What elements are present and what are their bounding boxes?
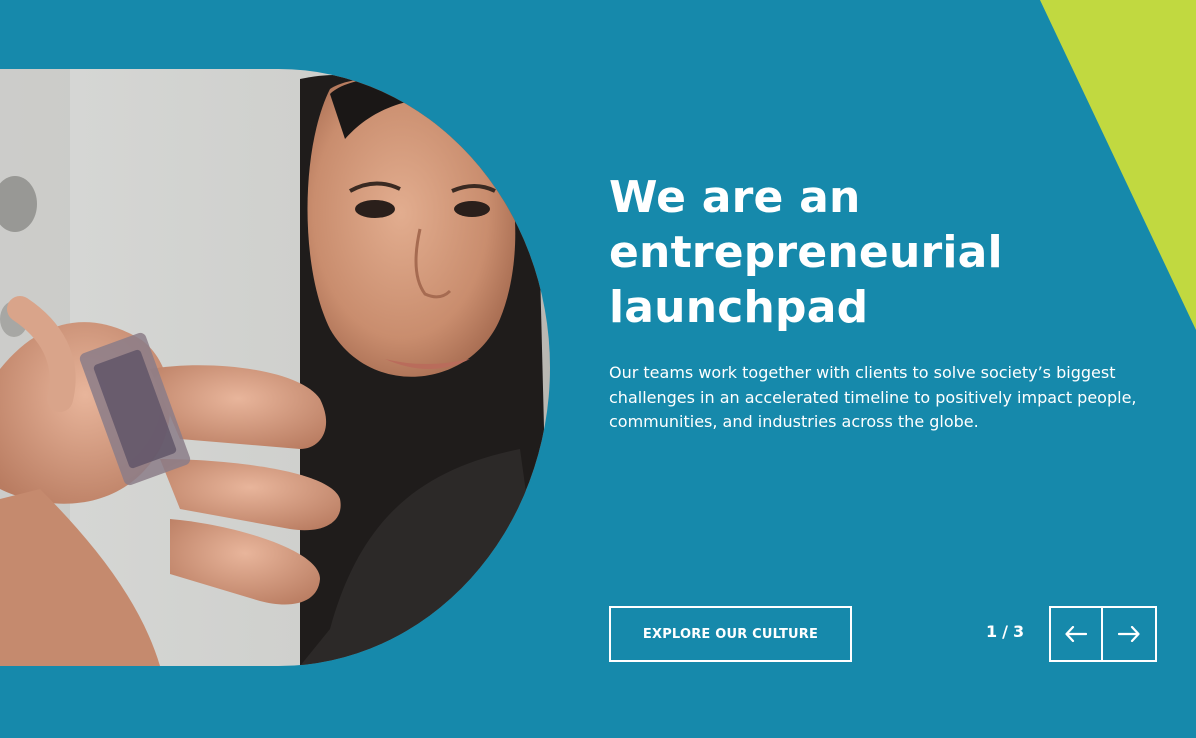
carousel-nav bbox=[1049, 606, 1157, 662]
hero-photo bbox=[0, 69, 550, 666]
hero-headline: We are an entrepreneurial launchpad bbox=[609, 172, 1003, 333]
hero-content: We are an entrepreneurial launchpad Our … bbox=[609, 170, 1169, 435]
carousel-current: 1 bbox=[986, 622, 999, 641]
hero-description: Our teams work together with clients to … bbox=[609, 363, 1137, 431]
explore-culture-button[interactable]: EXPLORE OUR CULTURE bbox=[609, 606, 852, 662]
carousel-separator: / bbox=[1002, 622, 1009, 641]
carousel-next-button[interactable] bbox=[1103, 608, 1155, 660]
carousel-total: 3 bbox=[1012, 622, 1026, 641]
carousel-counter: 1 / 3 bbox=[986, 622, 1025, 641]
carousel-prev-button[interactable] bbox=[1051, 608, 1103, 660]
arrow-right-icon bbox=[1118, 626, 1140, 642]
arrow-left-icon bbox=[1065, 626, 1087, 642]
